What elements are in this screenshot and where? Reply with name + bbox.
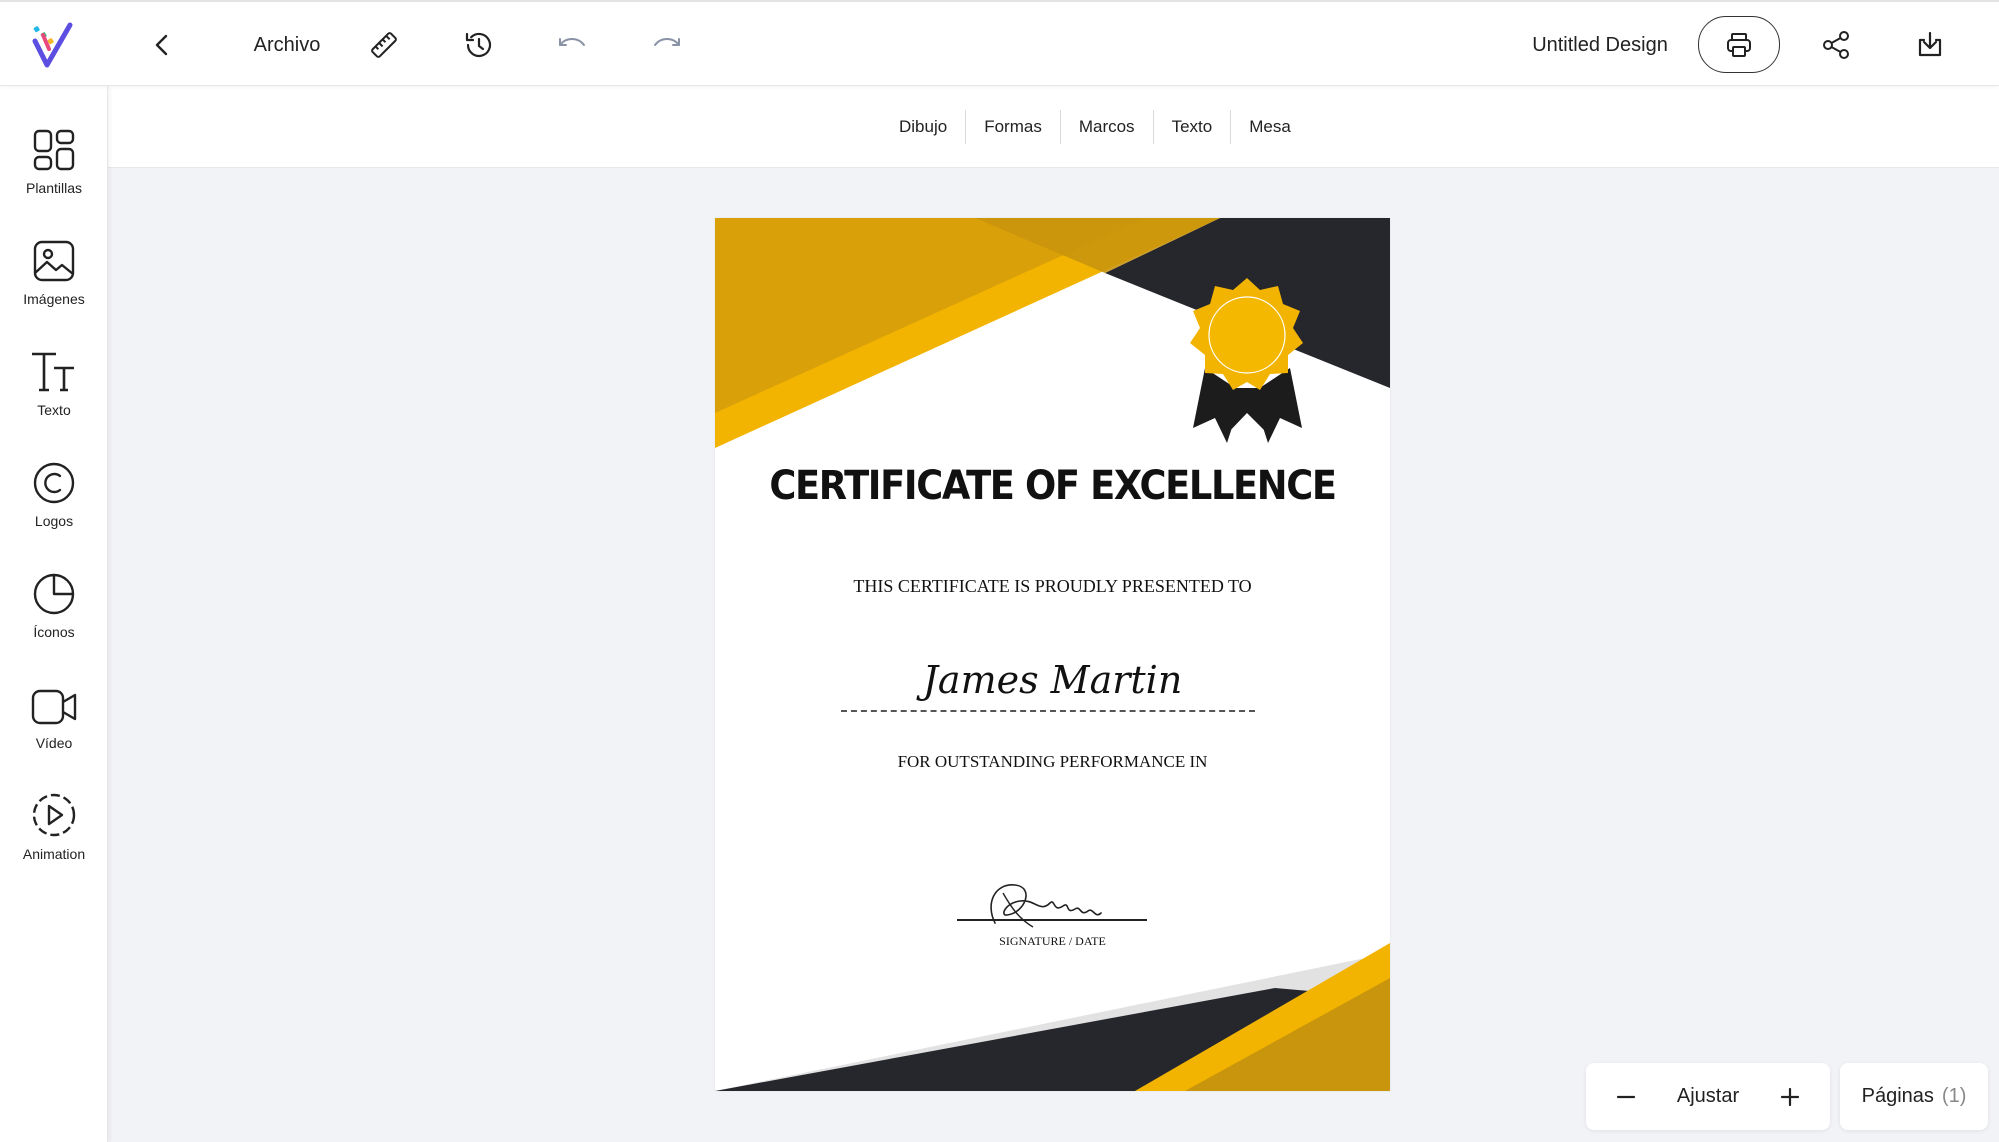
top-toolbar: Archivo Untitled Design: [0, 0, 1999, 86]
file-menu[interactable]: Archivo: [232, 2, 342, 88]
sidebar-item-animation[interactable]: Animation: [0, 780, 108, 880]
document-title[interactable]: Untitled Design: [1500, 2, 1700, 88]
sidebar-item-label: Plantillas: [25, 180, 83, 196]
signature-scribble-icon: [990, 884, 1102, 928]
sidebar-item-images[interactable]: Imágenes: [0, 225, 108, 325]
sidebar-item-icons[interactable]: Íconos: [0, 558, 108, 658]
copyright-icon: [33, 462, 75, 504]
video-icon: [31, 689, 77, 725]
sticker-icon: [33, 573, 75, 615]
history-icon[interactable]: [455, 2, 503, 88]
back-chevron-icon[interactable]: [140, 2, 184, 88]
tab-table[interactable]: Mesa: [1230, 110, 1309, 144]
pages-button[interactable]: Páginas (1): [1840, 1063, 1988, 1130]
image-icon: [33, 240, 75, 282]
printer-icon: [1727, 32, 1751, 57]
signature-line: [957, 919, 1147, 921]
sidebar-item-label: Animation: [22, 846, 86, 862]
sidebar-item-text[interactable]: Texto: [0, 336, 108, 436]
sidebar-item-logos[interactable]: Logos: [0, 447, 108, 547]
sidebar-item-label: Logos: [34, 513, 74, 529]
certificate-page[interactable]: CERTIFICATE OF EXCELLENCE THIS CERTIFICA…: [715, 218, 1390, 1091]
ruler-icon[interactable]: [360, 2, 408, 88]
zoom-out-minus-icon[interactable]: [1614, 1085, 1638, 1109]
sidebar-item-label: Imágenes: [23, 291, 85, 307]
templates-icon: [33, 129, 75, 171]
text-icon: [32, 352, 74, 392]
tab-shapes[interactable]: Formas: [965, 110, 1060, 144]
certificate-title[interactable]: CERTIFICATE OF EXCELLENCE: [742, 463, 1363, 509]
undo-icon[interactable]: [548, 2, 596, 88]
zoom-controls: Ajustar: [1586, 1063, 1830, 1130]
tab-text[interactable]: Texto: [1152, 110, 1231, 144]
tab-frames[interactable]: Marcos: [1059, 110, 1153, 144]
award-badge-icon: [1190, 278, 1303, 443]
pages-count: (1): [1941, 1085, 1967, 1107]
name-dashed-line: [841, 710, 1255, 712]
sidebar-item-video[interactable]: Vídeo: [0, 669, 108, 769]
print-button[interactable]: [1698, 16, 1780, 73]
redo-icon[interactable]: [643, 2, 691, 88]
sidebar-item-templates[interactable]: Plantillas: [0, 114, 108, 214]
app-logo[interactable]: [24, 2, 80, 88]
element-tabs: Dibujo Formas Marcos Texto Mesa: [881, 110, 1309, 144]
zoom-in-plus-icon[interactable]: [1778, 1085, 1802, 1109]
sidebar-item-label: Vídeo: [35, 735, 73, 751]
tab-drawing[interactable]: Dibujo: [881, 110, 965, 144]
certificate-presented-text[interactable]: THIS CERTIFICATE IS PROUDLY PRESENTED TO: [715, 576, 1390, 597]
sidebar-item-label: Íconos: [33, 624, 75, 640]
zoom-fit-button[interactable]: Ajustar: [1677, 1085, 1739, 1108]
sidebar-item-label: Texto: [37, 402, 71, 418]
left-sidebar: Plantillas Imágenes Texto Logos Íconos V…: [0, 86, 108, 1142]
share-icon[interactable]: [1812, 2, 1860, 88]
recipient-name[interactable]: James Martin: [715, 658, 1390, 702]
play-circle-icon: [32, 793, 76, 837]
certificate-for-text[interactable]: FOR OUTSTANDING PERFORMANCE IN: [715, 752, 1390, 772]
element-toolbar: Dibujo Formas Marcos Texto Mesa: [108, 86, 1999, 168]
download-icon[interactable]: [1906, 2, 1954, 88]
signature-label[interactable]: SIGNATURE / DATE: [715, 934, 1390, 949]
pages-label: Páginas: [1861, 1085, 1934, 1107]
